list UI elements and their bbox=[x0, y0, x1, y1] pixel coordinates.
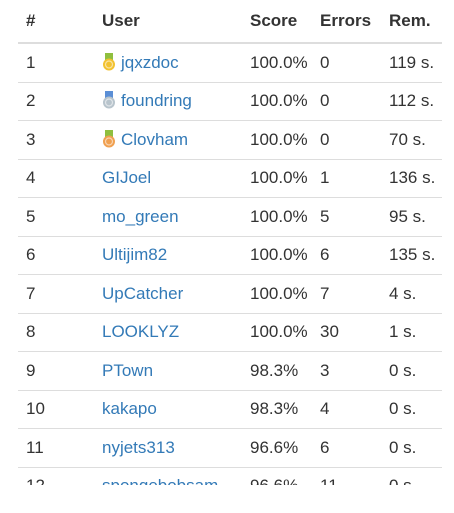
user-cell: foundring bbox=[94, 82, 242, 121]
rank-cell: 11 bbox=[18, 428, 94, 468]
errors-column-header: Errors bbox=[312, 0, 381, 44]
errors-cell: 11 bbox=[312, 467, 381, 485]
user-link[interactable]: Clovham bbox=[121, 130, 188, 149]
table-row: 5 mo_green 100.0% 5 95 s. bbox=[18, 197, 442, 237]
table-row: 7 UpCatcher 100.0% 7 4 s. bbox=[18, 274, 442, 314]
remaining-cell: 95 s. bbox=[381, 197, 442, 237]
score-cell: 100.0% bbox=[242, 274, 312, 314]
user-link[interactable]: PTown bbox=[102, 361, 153, 380]
rank-cell: 1 bbox=[18, 43, 94, 83]
errors-cell: 1 bbox=[312, 159, 381, 198]
rank-cell: 3 bbox=[18, 120, 94, 160]
remaining-cell: 1 s. bbox=[381, 313, 442, 352]
table-row: 9 PTown 98.3% 3 0 s. bbox=[18, 351, 442, 391]
remaining-column-header: Rem. bbox=[381, 0, 442, 44]
remaining-cell: 4 s. bbox=[381, 274, 442, 314]
score-cell: 100.0% bbox=[242, 313, 312, 352]
table-row: 4 GIJoel 100.0% 1 136 s. bbox=[18, 159, 442, 198]
errors-cell: 6 bbox=[312, 236, 381, 275]
rank-cell: 4 bbox=[18, 159, 94, 198]
score-cell: 100.0% bbox=[242, 43, 312, 83]
score-cell: 98.3% bbox=[242, 390, 312, 429]
remaining-cell: 70 s. bbox=[381, 120, 442, 160]
score-cell: 100.0% bbox=[242, 197, 312, 237]
remaining-cell: 0 s. bbox=[381, 428, 442, 468]
user-cell: UpCatcher bbox=[94, 274, 242, 314]
user-link[interactable]: jqxzdoc bbox=[121, 53, 179, 72]
errors-cell: 30 bbox=[312, 313, 381, 352]
user-link[interactable]: foundring bbox=[121, 91, 192, 110]
errors-cell: 7 bbox=[312, 274, 381, 314]
errors-cell: 6 bbox=[312, 428, 381, 468]
score-cell: 98.3% bbox=[242, 351, 312, 391]
table-row: 2 foundring 100.0% 0 112 s. bbox=[18, 82, 442, 121]
user-cell: mo_green bbox=[94, 197, 242, 237]
errors-cell: 4 bbox=[312, 390, 381, 429]
table-row: 10 kakapo 98.3% 4 0 s. bbox=[18, 390, 442, 429]
table-row: 6 Ultijim82 100.0% 6 135 s. bbox=[18, 236, 442, 275]
remaining-cell: 112 s. bbox=[381, 82, 442, 121]
silver-medal-icon bbox=[102, 91, 116, 109]
remaining-cell: 0 s. bbox=[381, 467, 442, 485]
rank-cell: 7 bbox=[18, 274, 94, 314]
rank-cell: 6 bbox=[18, 236, 94, 275]
remaining-cell: 135 s. bbox=[381, 236, 442, 275]
user-link[interactable]: spongebobsam bbox=[102, 476, 218, 485]
errors-cell: 5 bbox=[312, 197, 381, 237]
table-row: 3 Clovham 100.0% 0 70 s. bbox=[18, 120, 442, 160]
user-link[interactable]: Ultijim82 bbox=[102, 245, 167, 264]
remaining-cell: 136 s. bbox=[381, 159, 442, 198]
table-row: 1 jqxzdoc 100.0% 0 119 s. bbox=[18, 43, 442, 83]
table-row: 11 nyjets313 96.6% 6 0 s. bbox=[18, 428, 442, 468]
score-cell: 100.0% bbox=[242, 82, 312, 121]
user-link[interactable]: LOOKLYZ bbox=[102, 322, 179, 341]
rank-column-header: # bbox=[18, 0, 94, 44]
errors-cell: 0 bbox=[312, 120, 381, 160]
errors-cell: 3 bbox=[312, 351, 381, 391]
rank-cell: 9 bbox=[18, 351, 94, 391]
score-cell: 100.0% bbox=[242, 236, 312, 275]
table-header-row: # User Score Errors Rem. bbox=[18, 0, 442, 44]
table-row: 8 LOOKLYZ 100.0% 30 1 s. bbox=[18, 313, 442, 352]
rank-cell: 12 bbox=[18, 467, 94, 485]
user-cell: Clovham bbox=[94, 120, 242, 160]
user-link[interactable]: mo_green bbox=[102, 207, 179, 226]
user-cell: jqxzdoc bbox=[94, 43, 242, 83]
bronze-medal-icon bbox=[102, 129, 116, 148]
leaderboard-body: 1 jqxzdoc 100.0% 0 119 s. 2 foundring 100.0% 0 11… bbox=[18, 43, 442, 485]
user-link[interactable]: UpCatcher bbox=[102, 284, 183, 303]
score-cell: 96.6% bbox=[242, 428, 312, 468]
rank-cell: 5 bbox=[18, 197, 94, 237]
user-cell: nyjets313 bbox=[94, 428, 242, 468]
user-cell: LOOKLYZ bbox=[94, 313, 242, 352]
user-cell: spongebobsam bbox=[94, 467, 242, 485]
score-cell: 96.6% bbox=[242, 467, 312, 485]
errors-cell: 0 bbox=[312, 82, 381, 121]
leaderboard-viewport[interactable]: # User Score Errors Rem. 1 jqxzdoc 100.0% 0… bbox=[0, 0, 454, 485]
user-link[interactable]: kakapo bbox=[102, 399, 157, 418]
remaining-cell: 119 s. bbox=[381, 43, 442, 83]
user-cell: PTown bbox=[94, 351, 242, 391]
remaining-cell: 0 s. bbox=[381, 351, 442, 391]
user-cell: GIJoel bbox=[94, 159, 242, 198]
score-cell: 100.0% bbox=[242, 159, 312, 198]
user-cell: kakapo bbox=[94, 390, 242, 429]
user-link[interactable]: GIJoel bbox=[102, 168, 151, 187]
rank-cell: 8 bbox=[18, 313, 94, 352]
rank-cell: 2 bbox=[18, 82, 94, 121]
remaining-cell: 0 s. bbox=[381, 390, 442, 429]
user-column-header: User bbox=[94, 0, 242, 44]
rank-cell: 10 bbox=[18, 390, 94, 429]
leaderboard-table: # User Score Errors Rem. 1 jqxzdoc 100.0% 0… bbox=[18, 0, 442, 485]
user-link[interactable]: nyjets313 bbox=[102, 438, 175, 457]
user-cell: Ultijim82 bbox=[94, 236, 242, 275]
gold-medal-icon bbox=[102, 52, 116, 71]
score-column-header: Score bbox=[242, 0, 312, 44]
table-row: 12 spongebobsam 96.6%110 s. bbox=[18, 467, 442, 485]
errors-cell: 0 bbox=[312, 43, 381, 83]
score-cell: 100.0% bbox=[242, 120, 312, 160]
